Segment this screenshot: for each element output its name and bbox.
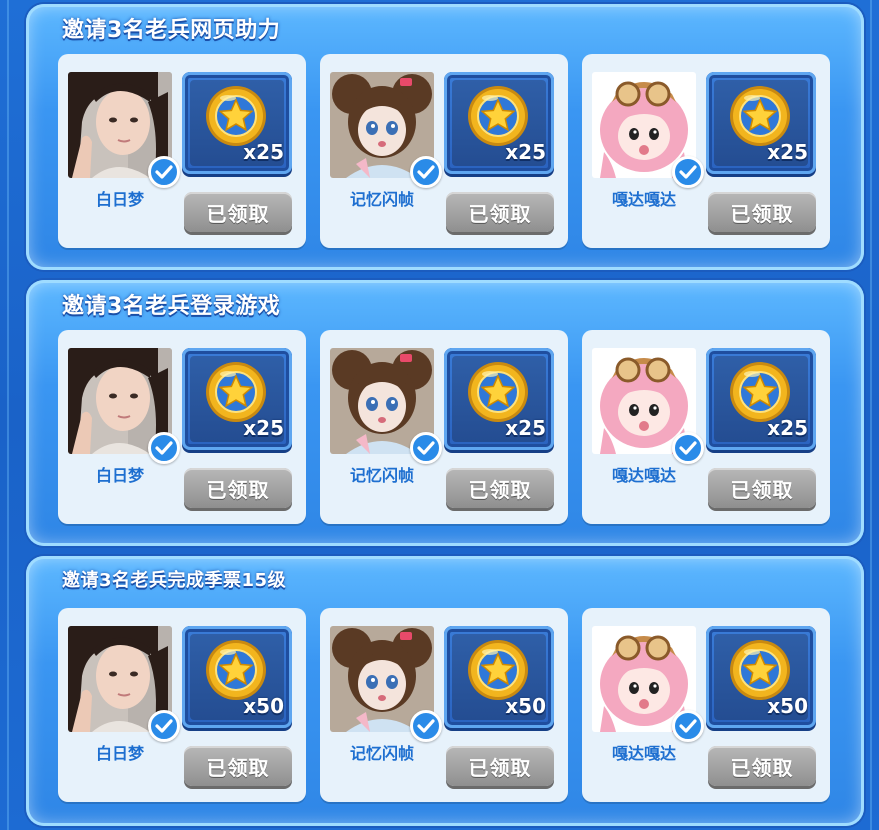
checkmark-icon [672,156,704,188]
checkmark-icon [410,710,442,742]
invite-card: 嘎达嘎达 x25 已领取 [582,330,830,524]
invite-card: 记忆闪帧 x50 已领取 [320,608,568,802]
invite-card: 白日梦 x50 已领取 [58,608,306,802]
claimed-button[interactable]: 已领取 [184,746,292,786]
reward-slot[interactable]: x25 [444,348,554,450]
checkmark-icon [410,432,442,464]
reward-slot[interactable]: x50 [182,626,292,728]
reward-quantity: x50 [767,694,808,718]
frame-line-right [870,0,872,830]
friend-name: 嘎达嘎达 [611,744,676,763]
friend-name: 嘎达嘎达 [611,466,676,485]
claimed-button[interactable]: 已领取 [708,746,816,786]
gold-star-coin-icon [730,86,790,146]
reward-slot[interactable]: x25 [182,348,292,450]
invite-card: 白日梦 x25 已领取 [58,330,306,524]
section-title: 邀请3名老兵网页助力 [62,18,281,43]
invite-card: 嘎达嘎达 x25 已领取 [582,54,830,248]
friend-name: 记忆闪帧 [349,744,414,763]
claimed-button[interactable]: 已领取 [184,468,292,508]
gold-star-coin-icon [468,640,528,700]
claimed-button[interactable]: 已领取 [446,746,554,786]
reward-slot[interactable]: x50 [444,626,554,728]
friend-name: 白日梦 [95,466,144,485]
reward-quantity: x25 [243,416,284,440]
task-section: 邀请3名老兵登录游戏 白日梦 x25 已领取 记忆闪帧 x25 已领取 嘎达嘎达… [26,280,864,546]
section-title: 邀请3名老兵完成季票15级 [62,570,287,591]
invite-card: 记忆闪帧 x25 已领取 [320,330,568,524]
invite-card: 记忆闪帧 x25 已领取 [320,54,568,248]
checkmark-icon [672,432,704,464]
frame-line-left [7,0,9,830]
gold-star-coin-icon [468,86,528,146]
gold-star-coin-icon [206,86,266,146]
reward-quantity: x25 [505,416,546,440]
checkmark-icon [672,710,704,742]
checkmark-icon [148,432,180,464]
reward-slot[interactable]: x50 [706,626,816,728]
reward-quantity: x25 [243,140,284,164]
gold-star-coin-icon [206,362,266,422]
claimed-button[interactable]: 已领取 [708,468,816,508]
claimed-button[interactable]: 已领取 [184,192,292,232]
reward-quantity: x25 [767,416,808,440]
invite-card: 嘎达嘎达 x50 已领取 [582,608,830,802]
reward-slot[interactable]: x25 [706,72,816,174]
friend-name: 嘎达嘎达 [611,190,676,209]
section-title: 邀请3名老兵登录游戏 [62,294,281,319]
friend-name: 白日梦 [95,744,144,763]
reward-quantity: x25 [767,140,808,164]
checkmark-icon [410,156,442,188]
task-section: 邀请3名老兵完成季票15级 白日梦 x50 已领取 记忆闪帧 x50 已领取 嘎… [26,556,864,826]
reward-slot[interactable]: x25 [182,72,292,174]
reward-quantity: x50 [505,694,546,718]
gold-star-coin-icon [730,640,790,700]
friend-name: 记忆闪帧 [349,466,414,485]
friend-name: 记忆闪帧 [349,190,414,209]
gold-star-coin-icon [730,362,790,422]
invite-card: 白日梦 x25 已领取 [58,54,306,248]
checkmark-icon [148,710,180,742]
gold-star-coin-icon [468,362,528,422]
claimed-button[interactable]: 已领取 [446,468,554,508]
claimed-button[interactable]: 已领取 [708,192,816,232]
reward-slot[interactable]: x25 [706,348,816,450]
friend-name: 白日梦 [95,190,144,209]
gold-star-coin-icon [206,640,266,700]
task-section: 邀请3名老兵网页助力 白日梦 x25 已领取 记忆闪帧 x25 已领取 嘎达嘎达… [26,4,864,270]
checkmark-icon [148,156,180,188]
reward-quantity: x50 [243,694,284,718]
claimed-button[interactable]: 已领取 [446,192,554,232]
reward-slot[interactable]: x25 [444,72,554,174]
reward-quantity: x25 [505,140,546,164]
